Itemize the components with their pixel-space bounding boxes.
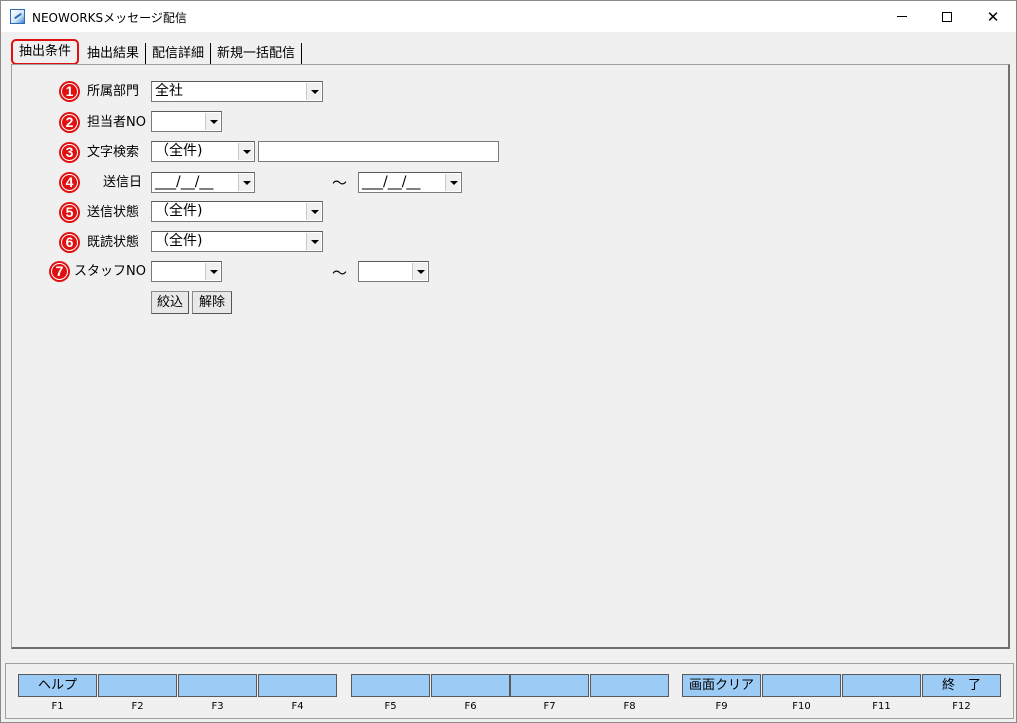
maximize-icon[interactable] bbox=[924, 1, 970, 32]
send-date-from-picker[interactable]: ___/__/__ bbox=[151, 172, 255, 193]
f1-key-label: F1 bbox=[51, 701, 64, 712]
tab-bar: 抽出条件 抽出結果 配信詳細 新規一括配信 bbox=[11, 39, 303, 65]
chevron-down-icon[interactable] bbox=[412, 263, 427, 280]
send-date-label: 送信日 bbox=[103, 175, 143, 190]
filter-button[interactable]: 絞込 bbox=[151, 291, 189, 314]
staff-no-label: スタッフNO bbox=[74, 264, 146, 279]
tab-delivery-details[interactable]: 配信詳細 bbox=[146, 43, 212, 65]
tab-extract-conditions[interactable]: 抽出条件 bbox=[11, 39, 80, 65]
f5-button[interactable] bbox=[351, 674, 430, 697]
f2-button[interactable] bbox=[98, 674, 177, 697]
staff-no-from-select[interactable] bbox=[151, 261, 222, 282]
staff-in-charge-label: 担当者NO bbox=[87, 115, 146, 130]
send-date-to-picker[interactable]: ___/__/__ bbox=[358, 172, 462, 193]
f4-button[interactable] bbox=[258, 674, 337, 697]
read-status-select[interactable]: （全件) bbox=[151, 231, 323, 252]
f8-button[interactable] bbox=[590, 674, 669, 697]
f6-button[interactable] bbox=[431, 674, 510, 697]
minimize-icon[interactable] bbox=[879, 1, 925, 32]
app-window: NEOWORKSメッセージ配信 ✕ 抽出条件 抽出結果 配信詳細 新規一括配信 … bbox=[0, 0, 1017, 723]
chevron-down-icon[interactable] bbox=[306, 203, 321, 220]
window-title: NEOWORKSメッセージ配信 bbox=[32, 11, 187, 25]
chevron-down-icon[interactable] bbox=[238, 143, 253, 160]
step-number-7: 7 bbox=[49, 261, 70, 282]
f11-button[interactable] bbox=[842, 674, 921, 697]
range-separator: ～ bbox=[332, 264, 348, 282]
close-icon[interactable]: ✕ bbox=[970, 1, 1016, 32]
f1-help-button[interactable]: ヘルプ bbox=[18, 674, 97, 697]
send-status-select[interactable]: （全件) bbox=[151, 201, 323, 222]
f6-key-label: F6 bbox=[464, 701, 477, 712]
text-search-input[interactable] bbox=[258, 141, 499, 162]
department-label: 所属部門 bbox=[87, 84, 140, 99]
clear-button[interactable]: 解除 bbox=[192, 291, 232, 314]
f5-key-label: F5 bbox=[384, 701, 397, 712]
read-status-label: 既読状態 bbox=[87, 235, 140, 250]
tab-extract-results[interactable]: 抽出結果 bbox=[81, 43, 147, 65]
f10-button[interactable] bbox=[762, 674, 841, 697]
f8-key-label: F8 bbox=[623, 701, 636, 712]
department-select[interactable]: 全社 bbox=[151, 81, 323, 102]
step-number-1: 1 bbox=[59, 81, 80, 102]
step-number-5: 5 bbox=[59, 202, 80, 223]
f4-key-label: F4 bbox=[291, 701, 304, 712]
step-number-3: 3 bbox=[59, 142, 80, 163]
f12-exit-button[interactable]: 終 了 bbox=[922, 674, 1001, 697]
chevron-down-icon[interactable] bbox=[306, 83, 321, 100]
staff-no-to-select[interactable] bbox=[358, 261, 429, 282]
chevron-down-icon[interactable] bbox=[205, 263, 220, 280]
text-search-type-select[interactable]: （全件) bbox=[151, 141, 255, 162]
text-search-label: 文字検索 bbox=[87, 145, 140, 160]
tab-bulk-delivery[interactable]: 新規一括配信 bbox=[211, 43, 303, 65]
title-bar[interactable]: NEOWORKSメッセージ配信 ✕ bbox=[1, 1, 1016, 32]
step-number-6: 6 bbox=[59, 232, 80, 253]
f3-key-label: F3 bbox=[211, 701, 224, 712]
step-number-2: 2 bbox=[59, 112, 80, 133]
chevron-down-icon[interactable] bbox=[238, 174, 253, 191]
step-number-4: 4 bbox=[59, 172, 80, 193]
f2-key-label: F2 bbox=[131, 701, 144, 712]
staff-in-charge-select[interactable] bbox=[151, 111, 222, 132]
chevron-down-icon[interactable] bbox=[205, 113, 220, 130]
function-key-bar: ヘルプ 画面クリア 終 了 F1 F2 F3 F4 F5 F6 F7 F8 F9… bbox=[5, 663, 1014, 719]
conditions-panel: 1 所属部門 全社 2 担当者NO 3 文字検索 （全件) 4 送信日 ___/… bbox=[11, 64, 1010, 649]
f7-button[interactable] bbox=[510, 674, 589, 697]
range-separator: ～ bbox=[332, 174, 348, 192]
f11-key-label: F11 bbox=[872, 701, 891, 712]
app-icon bbox=[10, 9, 25, 24]
f9-screen-clear-button[interactable]: 画面クリア bbox=[682, 674, 761, 697]
send-status-label: 送信状態 bbox=[87, 205, 140, 220]
f9-key-label: F9 bbox=[715, 701, 728, 712]
chevron-down-icon[interactable] bbox=[306, 233, 321, 250]
f12-key-label: F12 bbox=[952, 701, 971, 712]
chevron-down-icon[interactable] bbox=[445, 174, 460, 191]
f10-key-label: F10 bbox=[792, 701, 811, 712]
f3-button[interactable] bbox=[178, 674, 257, 697]
f7-key-label: F7 bbox=[543, 701, 556, 712]
